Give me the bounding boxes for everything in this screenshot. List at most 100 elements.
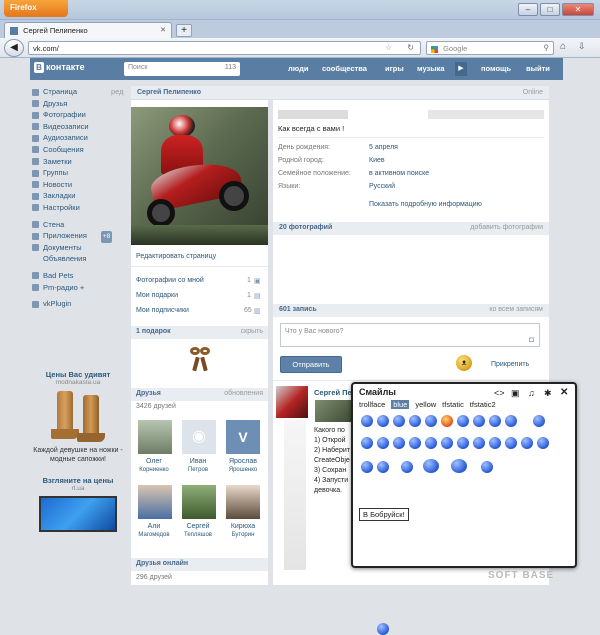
post-image[interactable] — [315, 400, 351, 422]
bookmark-star-icon[interactable]: ☆ — [385, 43, 392, 52]
nav-people[interactable]: люди — [288, 64, 308, 73]
info-value[interactable]: 5 апреля — [369, 144, 398, 151]
smile-icon[interactable] — [361, 461, 373, 473]
menu-item-bad-pets[interactable]: Bad Pets — [30, 270, 126, 282]
my-gifts-link[interactable]: Мои подарки — [136, 292, 178, 299]
search-bar[interactable]: Google ⚲ — [426, 41, 554, 55]
friend-name[interactable]: Ярослав Ярошенко — [222, 458, 264, 474]
firefox-menu-button[interactable]: Firefox — [4, 0, 68, 17]
ad-block[interactable]: Цены Вас удивят modnakasta.ua Каждой дев… — [30, 370, 126, 532]
vk-logo[interactable]: Вконтакте — [34, 62, 96, 76]
smile-icon[interactable] — [457, 415, 469, 427]
attach-link[interactable]: Прикрепить — [491, 361, 529, 368]
menu-item-vkplugin[interactable]: vkPlugin — [30, 298, 126, 310]
friends-online-bar[interactable]: Друзья онлайн — [131, 558, 268, 571]
sleeping-smile-icon[interactable] — [401, 461, 413, 473]
gifts-bar[interactable]: 1 подарок скрыть — [131, 326, 268, 339]
smile-icon[interactable] — [473, 437, 485, 449]
url-bar[interactable]: vk.com/ ☆ ↻ — [28, 41, 421, 55]
post-author-name[interactable]: Сергей Пе — [314, 388, 352, 397]
add-photos-link[interactable]: добавить фотографии — [470, 224, 543, 231]
profile-avatar[interactable] — [131, 107, 268, 245]
close-window-button[interactable]: ✕ — [562, 3, 594, 16]
friend-avatar-vk[interactable]: V — [226, 420, 260, 454]
smile-icon[interactable] — [377, 461, 389, 473]
smile-icon[interactable] — [409, 415, 421, 427]
nav-logout[interactable]: выйти — [526, 64, 550, 73]
smile-icon[interactable] — [423, 459, 439, 473]
friend-avatar[interactable] — [182, 485, 216, 519]
smile-icon[interactable] — [425, 415, 437, 427]
smile-icon[interactable] — [377, 623, 389, 635]
close-icon[interactable]: ✕ — [560, 387, 568, 398]
maximize-button[interactable]: □ — [540, 3, 560, 16]
info-value[interactable]: в активном поиске — [369, 170, 429, 177]
all-posts-link[interactable]: ко всем записям — [489, 306, 543, 313]
smile-icon[interactable] — [425, 437, 437, 449]
smile-icon[interactable] — [481, 461, 493, 473]
menu-item-pm-radio[interactable]: Pm-радио + — [30, 282, 126, 294]
smile-icon[interactable] — [489, 437, 501, 449]
gifts-hide-link[interactable]: скрыть — [241, 328, 263, 335]
smile-icon[interactable] — [393, 437, 405, 449]
tab-yellow[interactable]: yellow — [415, 400, 436, 409]
menu-item-audio[interactable]: Аудиозаписи — [30, 132, 126, 144]
nav-communities[interactable]: сообщества — [322, 64, 367, 73]
wall-bar[interactable]: 601 запись ко всем записям — [273, 304, 549, 317]
friend-avatar[interactable] — [226, 485, 260, 519]
info-value[interactable]: Киев — [369, 157, 385, 164]
friend-avatar[interactable] — [138, 485, 172, 519]
smile-icon[interactable] — [377, 415, 389, 427]
minimize-button[interactable]: – — [518, 3, 538, 16]
friend-name[interactable]: Олег Корниенко — [134, 458, 174, 474]
smile-icon[interactable] — [409, 437, 421, 449]
smile-icon[interactable] — [505, 437, 517, 449]
smile-icon[interactable] — [521, 437, 533, 449]
music-icon[interactable]: ♫ — [528, 388, 535, 398]
photos-bar[interactable]: 20 фотографий добавить фотографии — [273, 222, 549, 235]
smile-icon[interactable] — [489, 415, 501, 427]
tab-tfstatic2[interactable]: tfstatic2 — [470, 400, 496, 409]
home-icon[interactable]: ⌂ — [560, 41, 566, 52]
smile-icon[interactable] — [457, 437, 469, 449]
camera-icon[interactable]: ◉ — [182, 420, 216, 454]
send-button[interactable]: Отправить — [280, 356, 342, 373]
smile-icon[interactable] — [473, 415, 485, 427]
menu-item-messages[interactable]: Сообщения — [30, 144, 126, 156]
smile-icon[interactable] — [537, 437, 549, 449]
code-icon[interactable]: <> — [494, 388, 505, 398]
back-arrow-icon[interactable]: ◀ — [4, 39, 24, 57]
nav-games[interactable]: игры — [385, 64, 404, 73]
friend-avatar[interactable] — [138, 420, 172, 454]
menu-item-page[interactable]: Страница ред — [30, 86, 126, 98]
smile-icon[interactable] — [393, 415, 405, 427]
tab-blue[interactable]: blue — [391, 400, 410, 409]
save-icon[interactable]: ▣ — [511, 388, 520, 399]
tab-trollface[interactable]: trollface — [359, 400, 385, 409]
tab-close-icon[interactable]: ✕ — [160, 26, 166, 34]
gift-bow-image[interactable] — [188, 345, 212, 373]
photos-with-me-link[interactable]: Фотографии со мной — [136, 277, 204, 284]
menu-item-apps[interactable]: Приложения +8 — [30, 230, 126, 243]
smile-icon[interactable] — [441, 437, 453, 449]
menu-item-friends[interactable]: Друзья — [30, 98, 126, 110]
info-value[interactable]: Русский — [369, 183, 395, 190]
friend-name[interactable]: Кирюха Буторин — [222, 523, 264, 539]
vk-search-input[interactable]: Поиск 113 — [124, 62, 240, 76]
post-input[interactable]: Что у Вас нового? ◘ — [280, 323, 540, 347]
search-icon[interactable]: ⚲ — [544, 43, 550, 52]
show-more-link[interactable]: Показать подробную информацию — [369, 201, 482, 208]
smile-icon[interactable] — [533, 415, 545, 427]
menu-item-bookmarks[interactable]: Закладки — [30, 190, 126, 202]
camera-icon[interactable]: ◘ — [529, 335, 534, 344]
gear-icon[interactable]: ✱ — [544, 388, 552, 399]
menu-edit-link[interactable]: ред — [111, 86, 124, 98]
nav-help[interactable]: помощь — [481, 64, 511, 73]
menu-item-videos[interactable]: Видеозаписи — [30, 121, 126, 133]
smile-icon[interactable] — [377, 437, 389, 449]
my-subscribers-link[interactable]: Мои подписчики — [136, 307, 189, 314]
play-icon[interactable]: ▶ — [455, 62, 467, 76]
tab-tfstatic[interactable]: tfstatic — [442, 400, 464, 409]
menu-item-documents[interactable]: Документы — [30, 242, 126, 254]
friend-name[interactable]: Иван Петров — [178, 458, 218, 474]
